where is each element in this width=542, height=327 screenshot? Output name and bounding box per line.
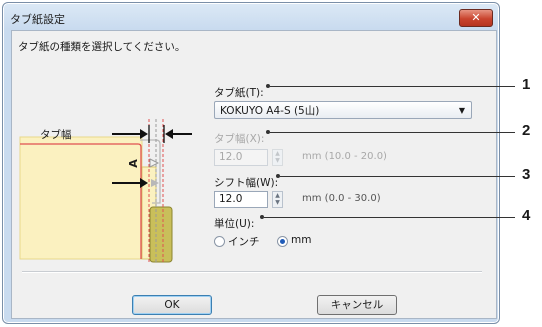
tab-illustration: タブ幅 A [14,99,204,269]
tab-paper-selected-value: KOKUYO A4-S (5山) [220,105,320,117]
unit-inch-radio[interactable] [214,236,225,247]
callout-3-number: 3 [522,166,531,183]
callout-2-number: 2 [522,122,531,139]
callout-2-leader [270,132,515,133]
instruction-text: タブ紙の種類を選択してください。 [18,41,186,53]
unit-inch-label[interactable]: インチ [228,234,260,249]
spin-up-icon: ▲ [275,192,280,199]
close-button[interactable]: ✕ [459,9,493,27]
tab-width-input[interactable]: 12.0 [214,149,268,166]
tab-width-spinner[interactable]: ▲ ▼ [272,149,283,166]
unit-mm-radio[interactable] [277,236,288,247]
tab-illustration-graphic [19,119,192,264]
tab-paper-settings-dialog: タブ紙設定 ✕ タブ紙の種類を選択してください。 タブ幅 A タブ紙(T): K… [2,2,500,324]
tab-width-diagram-label: タブ幅 [40,129,72,141]
unit-label: 単位(U): [214,218,255,230]
shift-width-input[interactable]: 12.0 [214,191,268,208]
spin-down-icon: ▼ [275,199,280,206]
shift-width-spinner[interactable]: ▲ ▼ [272,191,283,208]
cancel-button[interactable]: キャンセル [317,295,397,315]
tab-paper-label: タブ紙(T): [214,87,264,99]
ok-button[interactable]: OK [132,295,212,315]
tab-paper-select[interactable]: KOKUYO A4-S (5山) ▼ [214,101,472,119]
shape-letter: A [126,159,140,168]
tab-width-range: mm (10.0 - 20.0) [302,151,387,162]
spin-down-icon: ▼ [275,157,280,164]
shift-width-range: mm (0.0 - 30.0) [302,193,381,204]
dialog-title: タブ紙設定 [10,13,65,26]
shift-width-label: シフト幅(W): [214,177,279,189]
footer-separator [22,271,482,273]
callout-4-number: 4 [522,207,531,224]
spin-up-icon: ▲ [275,150,280,157]
close-icon: ✕ [471,11,481,24]
tab-width-label: タブ幅(X): [214,133,265,145]
callout-1-number: 1 [522,76,531,93]
callout-4-leader [264,217,515,218]
dialog-body: タブ紙の種類を選択してください。 タブ幅 A タブ紙(T): KOKUYO A4… [11,30,497,319]
callout-1-leader [270,86,515,87]
unit-mm-label[interactable]: mm [291,234,311,246]
callout-3-leader [280,176,515,177]
chevron-down-icon: ▼ [458,106,465,115]
